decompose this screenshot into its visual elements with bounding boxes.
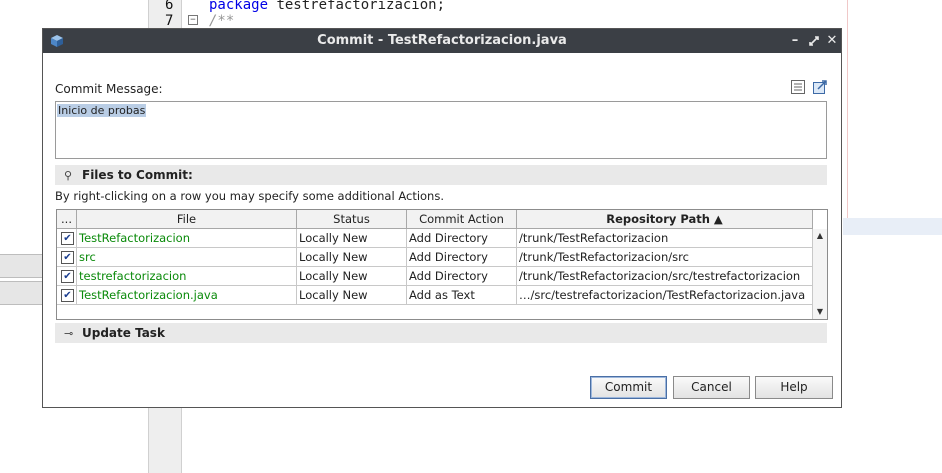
line-number: 6 [165,0,174,13]
column-header-status[interactable]: Status [297,210,407,229]
table-cell-status[interactable]: Locally New [297,248,407,267]
files-to-commit-label: Files to Commit: [82,168,193,182]
expanded-pin-icon: ⚲ [64,169,73,182]
commit-message-label: Commit Message: [55,82,163,96]
table-cell-action[interactable]: Add Directory [407,229,517,248]
column-header-file[interactable]: File [77,210,297,229]
load-template-icon[interactable] [812,79,828,95]
table-cell-action[interactable]: Add Directory [407,267,517,286]
table-cell-path[interactable]: …/src/testrefactorizacion/TestRefactoriz… [517,286,813,305]
collapsed-pin-icon: ⊸ [64,327,74,340]
cancel-button[interactable]: Cancel [673,376,750,399]
code-keyword: package [209,0,269,13]
left-panel-strip [0,254,42,278]
column-header-options[interactable]: ... [57,210,77,229]
recent-messages-icon[interactable] [790,79,806,95]
editor-right-margin [847,0,848,235]
table-row-checkbox-cell: ✔ [57,229,77,248]
maximize-icon[interactable] [807,33,821,49]
table-cell-action[interactable]: Add Directory [407,248,517,267]
include-checkbox[interactable]: ✔ [61,270,74,283]
commit-message-text: Inicio de probas [57,104,147,117]
editor-highlight-strip [843,218,942,235]
code-text: testrefactorizacion; [268,0,446,13]
update-task-label: Update Task [82,326,165,340]
table-scrollbar[interactable]: ▲ ▼ [812,229,827,319]
table-cell-file[interactable]: src [77,248,297,267]
fold-icon[interactable]: − [188,15,198,25]
include-checkbox[interactable]: ✔ [61,232,74,245]
table-cell-path[interactable]: /trunk/TestRefactorizacion/src [517,248,813,267]
include-checkbox[interactable]: ✔ [61,289,74,302]
left-panel-strip [0,281,42,305]
table-cell-file[interactable]: TestRefactorizacion [77,229,297,248]
update-task-header[interactable]: ⊸ Update Task [55,323,827,343]
commit-message-input[interactable]: Inicio de probas [55,101,827,159]
commit-button[interactable]: Commit [590,376,667,399]
table-row-checkbox-cell: ✔ [57,248,77,267]
column-header-repository-path[interactable]: Repository Path ▲ [517,210,813,229]
table-cell-path[interactable]: /trunk/TestRefactorizacion [517,229,813,248]
table-cell-action[interactable]: Add as Text [407,286,517,305]
code-line-6: package testrefactorizacion; [209,0,445,13]
scroll-down-icon[interactable]: ▼ [815,307,825,317]
files-table: ... File Status Commit Action Repository… [56,209,828,320]
table-row-checkbox-cell: ✔ [57,286,77,305]
dialog-titlebar[interactable]: Commit - TestRefactorizacion.java – ✕ [43,29,841,53]
files-to-commit-header[interactable]: ⚲ Files to Commit: [55,165,827,185]
dialog-title: Commit - TestRefactorizacion.java [317,33,567,48]
close-icon[interactable]: ✕ [825,33,839,49]
line-number: 7 [165,13,174,29]
table-cell-status[interactable]: Locally New [297,229,407,248]
commit-dialog: Commit - TestRefactorizacion.java – ✕ Co… [42,28,842,408]
help-button[interactable]: Help [755,376,833,399]
include-checkbox[interactable]: ✔ [61,251,74,264]
minimize-icon[interactable]: – [788,33,802,49]
table-row-checkbox-cell: ✔ [57,267,77,286]
table-cell-file[interactable]: TestRefactorizacion.java [77,286,297,305]
column-header-commit-action[interactable]: Commit Action [407,210,517,229]
table-cell-status[interactable]: Locally New [297,286,407,305]
code-comment: /** [209,13,235,29]
table-cell-status[interactable]: Locally New [297,267,407,286]
table-cell-file[interactable]: testrefactorizacion [77,267,297,286]
scroll-up-icon[interactable]: ▲ [815,231,825,241]
table-cell-path[interactable]: /trunk/TestRefactorizacion/src/testrefac… [517,267,813,286]
table-hint: By right-clicking on a row you may speci… [55,189,444,203]
